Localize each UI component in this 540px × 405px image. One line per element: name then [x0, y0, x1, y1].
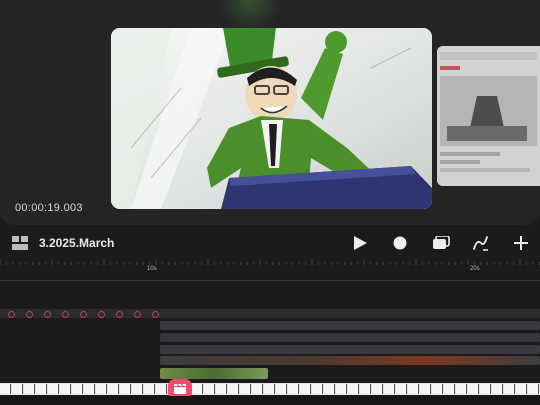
marker-dot[interactable] — [26, 311, 33, 318]
next-frame-preview[interactable] — [437, 46, 540, 186]
bottom-bar — [0, 396, 540, 405]
toolbar: 3.2025.March — [0, 229, 540, 257]
marker-dot[interactable] — [80, 311, 87, 318]
timeline-tracks[interactable] — [0, 281, 540, 381]
film-cell[interactable] — [0, 384, 11, 394]
marker-dot[interactable] — [62, 311, 69, 318]
film-cell[interactable] — [420, 384, 431, 394]
timeline-ruler[interactable]: 10s 20s — [0, 255, 540, 281]
film-cell[interactable] — [432, 384, 443, 394]
film-cell[interactable] — [360, 384, 371, 394]
film-cell[interactable] — [240, 384, 251, 394]
film-cell[interactable] — [516, 384, 527, 394]
film-cell[interactable] — [312, 384, 323, 394]
film-cell[interactable] — [468, 384, 479, 394]
clip-track-1[interactable] — [160, 321, 540, 330]
preview-panel: 00:00:19.003 — [0, 0, 540, 225]
film-cell[interactable] — [324, 384, 335, 394]
ruler-ticks — [0, 259, 540, 265]
stage-glow — [215, 0, 285, 30]
film-cell[interactable] — [384, 384, 395, 394]
current-frame-canvas[interactable] — [111, 28, 432, 209]
film-cell[interactable] — [276, 384, 287, 394]
film-cell[interactable] — [252, 384, 263, 394]
film-cell[interactable] — [396, 384, 407, 394]
frame-illustration — [111, 28, 432, 209]
clip-track-3[interactable] — [160, 345, 540, 354]
film-cell[interactable] — [72, 384, 83, 394]
film-cell[interactable] — [84, 384, 95, 394]
film-cell[interactable] — [264, 384, 275, 394]
next-frame-thumbnail — [437, 46, 540, 186]
film-cell[interactable] — [492, 384, 503, 394]
frame-thumb-strip[interactable] — [160, 368, 268, 379]
marker-dot[interactable] — [116, 311, 123, 318]
add-icon[interactable] — [511, 234, 531, 252]
film-cell[interactable] — [372, 384, 383, 394]
project-title[interactable]: 3.2025.March — [39, 236, 114, 250]
ruler-label-10s: 10s — [147, 266, 157, 272]
film-cell[interactable] — [96, 384, 107, 394]
film-cell[interactable] — [456, 384, 467, 394]
film-cell[interactable] — [216, 384, 227, 394]
film-cell[interactable] — [408, 384, 419, 394]
gallery-icon[interactable] — [12, 236, 28, 250]
film-cell[interactable] — [444, 384, 455, 394]
film-cell[interactable] — [348, 384, 359, 394]
marker-dot[interactable] — [98, 311, 105, 318]
film-cell[interactable] — [12, 384, 23, 394]
ruler-label-20s: 20s — [470, 266, 480, 272]
film-cell[interactable] — [144, 384, 155, 394]
record-icon[interactable] — [390, 234, 410, 252]
frames-icon[interactable] — [431, 234, 451, 252]
marker-dot[interactable] — [152, 311, 159, 318]
brush-icon[interactable] — [471, 234, 491, 252]
film-cell[interactable] — [204, 384, 215, 394]
play-icon[interactable] — [350, 234, 370, 252]
film-cell[interactable] — [228, 384, 239, 394]
filmstrip[interactable] — [0, 383, 540, 395]
film-cell[interactable] — [108, 384, 119, 394]
clip-track-2[interactable] — [160, 333, 540, 342]
film-cell[interactable] — [504, 384, 515, 394]
film-cell[interactable] — [48, 384, 59, 394]
film-cell[interactable] — [336, 384, 347, 394]
film-cell[interactable] — [480, 384, 491, 394]
film-cell[interactable] — [192, 384, 203, 394]
film-cell[interactable] — [528, 384, 539, 394]
film-cell[interactable] — [24, 384, 35, 394]
marker-dot[interactable] — [134, 311, 141, 318]
film-cell[interactable] — [36, 384, 47, 394]
film-cell[interactable] — [156, 384, 167, 394]
film-cell[interactable] — [60, 384, 71, 394]
marker-dot[interactable] — [8, 311, 15, 318]
timecode-display: 00:00:19.003 — [15, 202, 83, 214]
clip-track-4[interactable] — [160, 356, 540, 365]
film-cell[interactable] — [132, 384, 143, 394]
clapper-icon — [174, 384, 186, 394]
film-cell[interactable] — [300, 384, 311, 394]
marker-dot[interactable] — [44, 311, 51, 318]
film-cell[interactable] — [120, 384, 131, 394]
film-cell[interactable] — [288, 384, 299, 394]
